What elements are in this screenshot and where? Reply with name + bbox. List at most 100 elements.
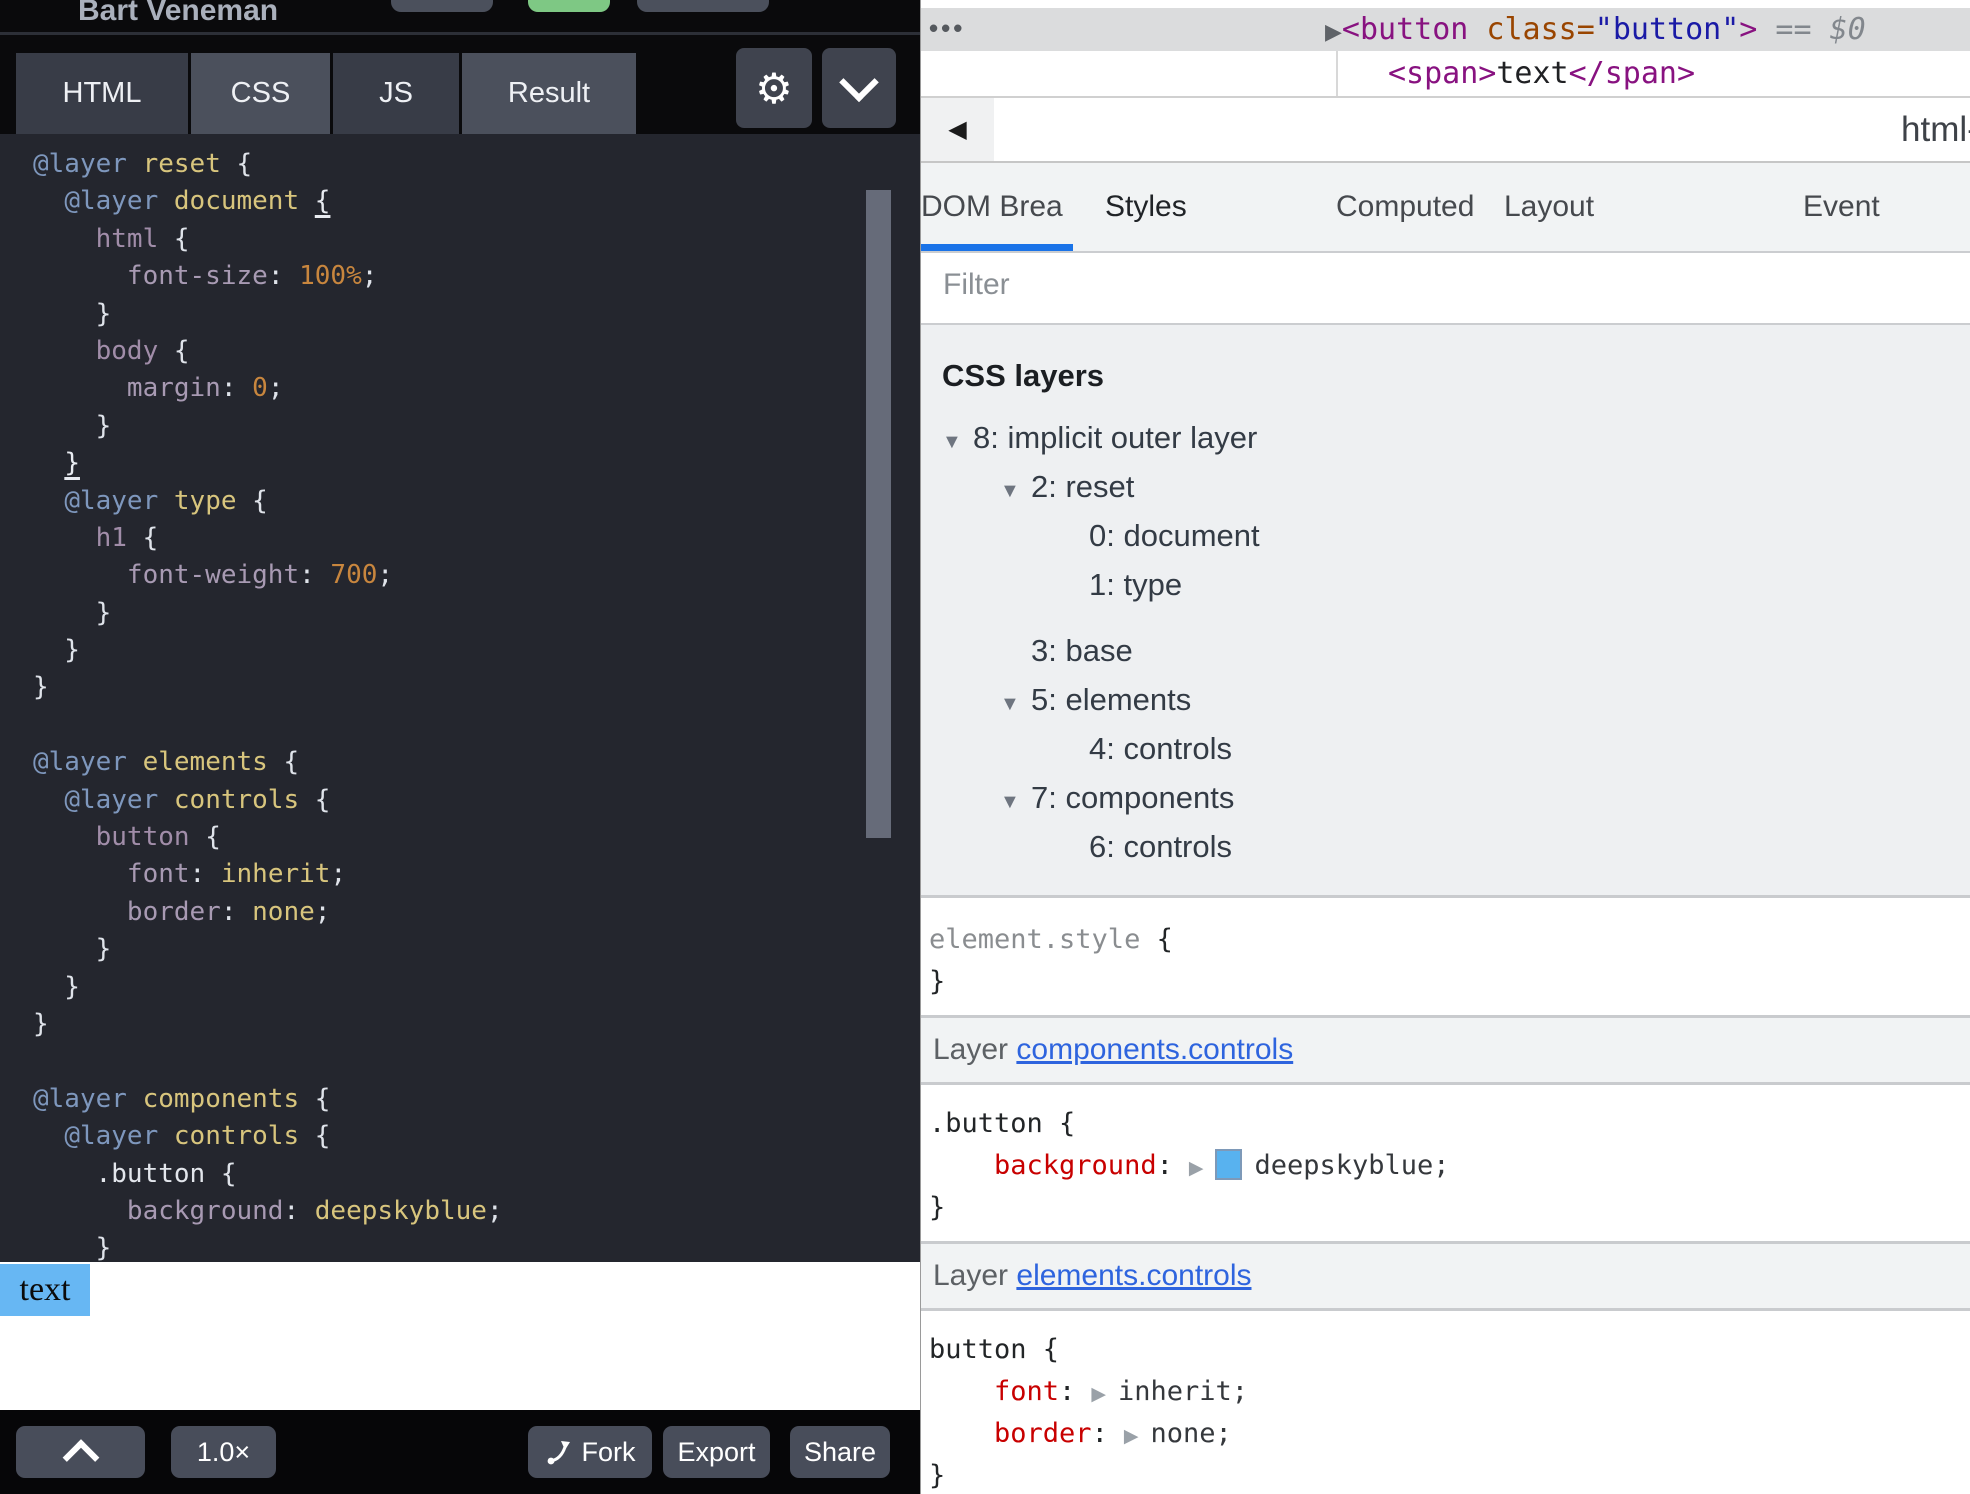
- editor-tabbar: HTMLCSSJSResult ⚙: [0, 36, 920, 134]
- code-line: @layer controls {: [33, 782, 920, 819]
- code-line: .button {: [33, 1156, 920, 1193]
- code-line: html {: [33, 221, 920, 258]
- layer-tree-item[interactable]: ▼7: components: [921, 773, 1970, 822]
- layer-label: 5: elements: [1031, 682, 1191, 717]
- layer-label: 2: reset: [1031, 469, 1134, 504]
- code-line: }: [33, 931, 920, 968]
- styles-sections: element.style {}Layer components.control…: [921, 901, 1970, 1494]
- username: Bart Veneman: [78, 0, 278, 28]
- devtools-tab-layout[interactable]: Layout: [1504, 163, 1594, 251]
- preview-text-button[interactable]: text: [0, 1264, 90, 1316]
- devtools-tab-dom-brea[interactable]: DOM Brea: [921, 163, 1063, 251]
- user-strip: Bart Veneman: [0, 0, 920, 32]
- layer-tree-item[interactable]: ▼8: implicit outer layer: [921, 413, 1970, 462]
- button-class-rule[interactable]: .button { background:▶deepskyblue;}: [921, 1085, 1970, 1241]
- tree-expand-icon[interactable]: ▼: [942, 418, 973, 467]
- layer-label: 0: document: [1089, 518, 1260, 553]
- layer-tree-item[interactable]: ▼5: elements: [921, 675, 1970, 724]
- layer-label: 1: type: [1089, 567, 1182, 602]
- code-line: }: [33, 1006, 920, 1043]
- button-element-rule[interactable]: button { font:▶inherit; border:▶none;}: [921, 1311, 1970, 1494]
- code-line: }: [33, 408, 920, 445]
- export-button[interactable]: Export: [663, 1426, 770, 1478]
- header-button-2[interactable]: [391, 0, 493, 12]
- code-line: }: [33, 595, 920, 632]
- editor-tab-css[interactable]: CSS: [191, 53, 330, 134]
- tree-expand-icon[interactable]: ▼: [1000, 680, 1031, 729]
- css-layers-tree: ▼8: implicit outer layer▼2: reset▼0: doc…: [921, 413, 1970, 871]
- code-line: button {: [33, 819, 920, 856]
- header-button-4[interactable]: [637, 0, 769, 12]
- element-style-rule[interactable]: element.style {}: [921, 901, 1970, 1015]
- editor-tab-html[interactable]: HTML: [16, 53, 188, 134]
- code-line: border: none;: [33, 894, 920, 931]
- code-line: @layer components {: [33, 1081, 920, 1118]
- share-button[interactable]: Share: [790, 1426, 890, 1478]
- layer-components-controls-header: Layer components.controls: [921, 1015, 1970, 1085]
- back-arrow-icon: ◀: [948, 115, 966, 144]
- bottom-toolbar: 1.0× Fork Export Share: [0, 1410, 920, 1494]
- dom-node-button-selected[interactable]: ••• ▶<button class="button"> == $0: [921, 8, 1970, 51]
- code-line: background: deepskyblue;: [33, 1193, 920, 1230]
- code-line: font: inherit;: [33, 856, 920, 893]
- color-swatch[interactable]: [1215, 1149, 1242, 1180]
- layer-label: 8: implicit outer layer: [973, 420, 1257, 455]
- code-line: font-weight: 700;: [33, 557, 920, 594]
- code-line: [33, 1043, 920, 1080]
- code-line: }: [33, 669, 920, 706]
- code-line: @layer type {: [33, 483, 920, 520]
- layer-tree-item[interactable]: ▼0: document: [921, 511, 1970, 560]
- fork-button[interactable]: Fork: [528, 1426, 652, 1478]
- zoom-level-button[interactable]: 1.0×: [171, 1426, 276, 1478]
- chevron-down-icon: [839, 63, 879, 103]
- header-button-save[interactable]: [528, 0, 610, 12]
- settings-button[interactable]: ⚙: [736, 48, 812, 128]
- layer-tree-item[interactable]: ▼4: controls: [921, 724, 1970, 773]
- frame-back-button[interactable]: ◀: [921, 98, 994, 161]
- layer-label: 7: components: [1031, 780, 1234, 815]
- layer-label: 6: controls: [1089, 829, 1232, 864]
- devtools-tab-styles[interactable]: Styles: [1105, 163, 1187, 251]
- layer-tree-item[interactable]: ▼6: controls: [921, 822, 1970, 871]
- layer-link[interactable]: components.controls: [1016, 1033, 1293, 1066]
- code-content: @layer reset { @layer document { html { …: [0, 134, 920, 1262]
- collapse-editor-button[interactable]: [822, 48, 896, 128]
- code-line: }: [33, 296, 920, 333]
- result-preview: text: [0, 1262, 920, 1410]
- tree-expand-icon[interactable]: ▼: [1000, 778, 1031, 827]
- layer-tree-item[interactable]: ▼2: reset: [921, 462, 1970, 511]
- layer-link[interactable]: elements.controls: [1016, 1259, 1251, 1292]
- gear-icon: ⚙: [755, 64, 793, 113]
- fork-icon: [545, 1438, 573, 1466]
- code-line: @layer controls {: [33, 1118, 920, 1155]
- frame-url-bar: ◀ html-fa55071f-e97b-e2f7-2438-7c85938d0…: [921, 96, 1970, 163]
- css-layers-title: CSS layers: [942, 358, 1104, 394]
- devtools-tab-event-listeners[interactable]: Event Listeners: [1803, 163, 1970, 251]
- styles-filter-input[interactable]: [941, 267, 1905, 303]
- editor-tab-js[interactable]: JS: [333, 53, 459, 134]
- code-line: }: [33, 969, 920, 1006]
- layer-tree-item[interactable]: ▼1: type: [921, 560, 1970, 609]
- code-line: body {: [33, 333, 920, 370]
- code-line: @layer document {: [33, 183, 920, 220]
- node-menu-dots-icon[interactable]: •••: [929, 8, 965, 51]
- code-line: font-size: 100%;: [33, 258, 920, 295]
- devtools-panel: ••• ▶<button class="button"> == $0 <span…: [920, 0, 1970, 1494]
- code-line: @layer elements {: [33, 744, 920, 781]
- expand-console-button[interactable]: [16, 1426, 145, 1478]
- editor-tab-result[interactable]: Result: [462, 53, 636, 134]
- styles-filter-row: [921, 255, 1970, 325]
- layer-label: 4: controls: [1089, 731, 1232, 766]
- code-line: margin: 0;: [33, 370, 920, 407]
- tree-expand-icon[interactable]: ▼: [1000, 467, 1031, 516]
- frame-url[interactable]: html-fa55071f-e97b-e2f7-2438-7c85938d035…: [1901, 98, 1970, 161]
- layer-elements-controls-header: Layer elements.controls: [921, 1241, 1970, 1311]
- css-layers-panel: CSS layers ▼8: implicit outer layer▼2: r…: [921, 325, 1970, 898]
- devtools-sidebar-tabs: Styles Computed Layout Event Listeners DOM B…: [921, 163, 1970, 253]
- layer-tree-item[interactable]: ▼3: base: [921, 626, 1970, 675]
- dom-node-span[interactable]: <span>text</span>: [921, 51, 1970, 96]
- devtools-tab-computed[interactable]: Computed: [1336, 163, 1474, 251]
- editor-scrollbar-thumb[interactable]: [866, 190, 891, 838]
- css-code-editor[interactable]: @layer reset { @layer document { html { …: [0, 134, 920, 1262]
- code-line: }: [33, 445, 920, 482]
